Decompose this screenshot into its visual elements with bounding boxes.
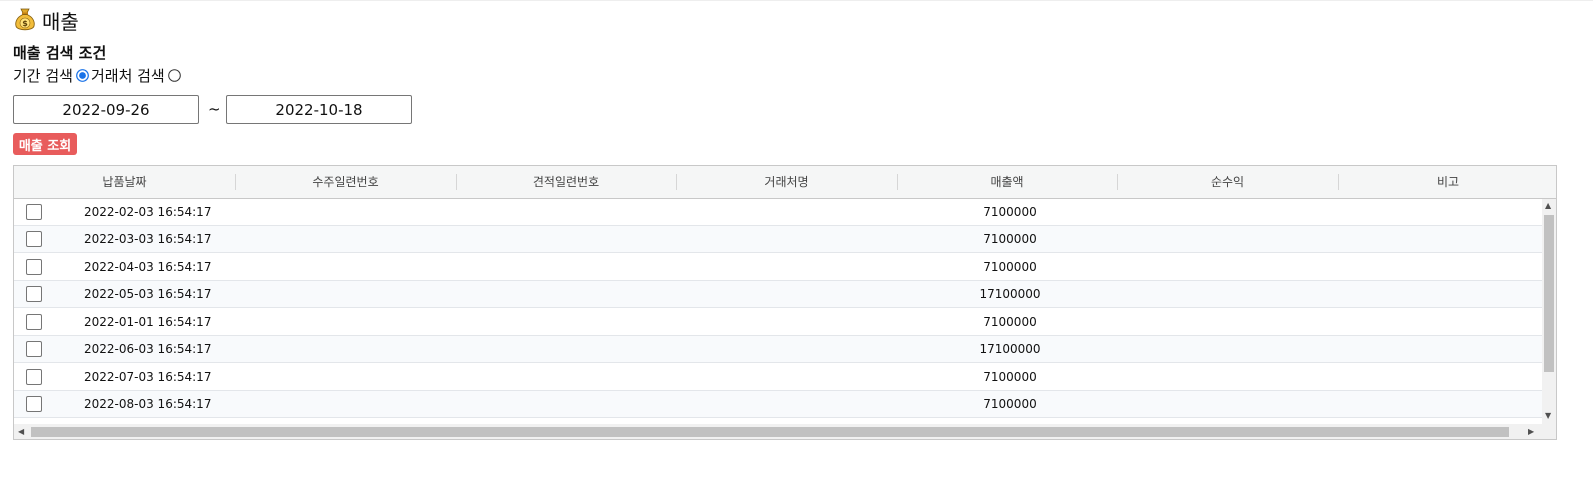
sales-amount-cell: 7100000 xyxy=(983,205,1037,219)
end-date-input[interactable] xyxy=(226,95,412,124)
start-date-input[interactable] xyxy=(13,95,199,124)
delivery-date-cell: 2022-02-03 16:54:17 xyxy=(84,205,212,219)
period-search-label: 기간 검색 xyxy=(13,67,73,85)
svg-text:$: $ xyxy=(22,19,28,28)
table-row[interactable]: 2022-04-03 16:54:17 7100000 xyxy=(14,254,1542,281)
column-header-sales-amount[interactable]: 매출액 xyxy=(897,166,1117,198)
delivery-date-cell: 2022-03-03 16:54:17 xyxy=(84,232,212,246)
table-row[interactable]: 2022-05-03 16:54:17 17100000 xyxy=(14,281,1542,308)
delivery-date-cell: 2022-07-03 16:54:17 xyxy=(84,370,212,384)
sales-amount-cell: 7100000 xyxy=(983,370,1037,384)
delivery-date-cell: 2022-01-01 16:54:17 xyxy=(84,315,212,329)
column-header-order-no[interactable]: 수주일련번호 xyxy=(235,166,456,198)
delivery-date-cell: 2022-04-03 16:54:17 xyxy=(84,260,212,274)
sales-amount-cell: 17100000 xyxy=(979,287,1041,301)
column-header-delivery-date[interactable]: 납품날짜 xyxy=(14,166,235,198)
row-checkbox[interactable] xyxy=(26,341,42,357)
row-checkbox[interactable] xyxy=(26,314,42,330)
top-divider xyxy=(0,0,1593,1)
client-search-radio[interactable] xyxy=(167,69,181,82)
sales-amount-cell: 7100000 xyxy=(983,397,1037,411)
table-row[interactable]: 2022-07-03 16:54:17 7100000 xyxy=(14,364,1542,391)
grid-body: 2022-02-03 16:54:17 7100000 2022-03-03 1… xyxy=(14,199,1542,424)
scroll-up-arrow-icon[interactable]: ▲ xyxy=(1545,201,1551,211)
table-row[interactable]: 2022-06-03 16:54:17 17100000 xyxy=(14,336,1542,363)
scroll-right-arrow-icon[interactable]: ▶ xyxy=(1528,427,1534,437)
sales-amount-cell: 7100000 xyxy=(983,260,1037,274)
sales-amount-cell: 17100000 xyxy=(979,342,1041,356)
grid-header: 납품날짜 수주일련번호 견적일련번호 거래처명 매출액 순수익 비고 xyxy=(14,166,1556,199)
date-range-tilde: ~ xyxy=(208,100,221,118)
horizontal-scroll-thumb[interactable] xyxy=(31,427,1509,437)
row-checkbox[interactable] xyxy=(26,259,42,275)
row-checkbox[interactable] xyxy=(26,204,42,220)
row-checkbox[interactable] xyxy=(26,231,42,247)
vertical-scroll-thumb[interactable] xyxy=(1544,215,1554,372)
sales-search-button[interactable]: 매출 조회 xyxy=(13,133,77,155)
search-section-title: 매출 검색 조건 xyxy=(13,44,107,62)
delivery-date-cell: 2022-06-03 16:54:17 xyxy=(84,342,212,356)
column-header-quote-no[interactable]: 견적일련번호 xyxy=(456,166,676,198)
delivery-date-cell: 2022-08-03 16:54:17 xyxy=(84,397,212,411)
row-checkbox[interactable] xyxy=(26,286,42,302)
sales-grid: 납품날짜 수주일련번호 견적일련번호 거래처명 매출액 순수익 비고 2022-… xyxy=(13,165,1557,440)
search-mode-group: 기간 검색 거래처 검색 xyxy=(13,65,183,86)
row-checkbox[interactable] xyxy=(26,369,42,385)
table-row[interactable]: 2022-03-03 16:54:17 7100000 xyxy=(14,226,1542,253)
sales-amount-cell: 7100000 xyxy=(983,232,1037,246)
scroll-left-arrow-icon[interactable]: ◀ xyxy=(18,427,24,437)
table-row[interactable]: 2022-01-01 16:54:17 7100000 xyxy=(14,309,1542,336)
vertical-scrollbar[interactable]: ▲ ▼ xyxy=(1542,199,1556,424)
scroll-down-arrow-icon[interactable]: ▼ xyxy=(1545,411,1551,421)
table-row[interactable]: 2022-08-03 16:54:17 7100000 xyxy=(14,391,1542,418)
column-header-net-profit[interactable]: 순수익 xyxy=(1117,166,1338,198)
page-title: 매출 xyxy=(42,9,79,34)
horizontal-scrollbar[interactable]: ◀ ▶ xyxy=(14,424,1542,439)
row-checkbox[interactable] xyxy=(26,396,42,412)
page-header: $ 매출 xyxy=(13,6,79,34)
table-row[interactable]: 2022-02-03 16:54:17 7100000 xyxy=(14,199,1542,226)
column-header-remarks[interactable]: 비고 xyxy=(1338,166,1556,198)
scrollbar-corner xyxy=(1542,424,1556,439)
delivery-date-cell: 2022-05-03 16:54:17 xyxy=(84,287,212,301)
money-bag-icon: $ xyxy=(15,8,35,31)
client-search-label: 거래처 검색 xyxy=(90,67,165,85)
sales-amount-cell: 7100000 xyxy=(983,315,1037,329)
column-header-client-name[interactable]: 거래처명 xyxy=(676,166,897,198)
period-search-radio[interactable] xyxy=(76,69,89,82)
